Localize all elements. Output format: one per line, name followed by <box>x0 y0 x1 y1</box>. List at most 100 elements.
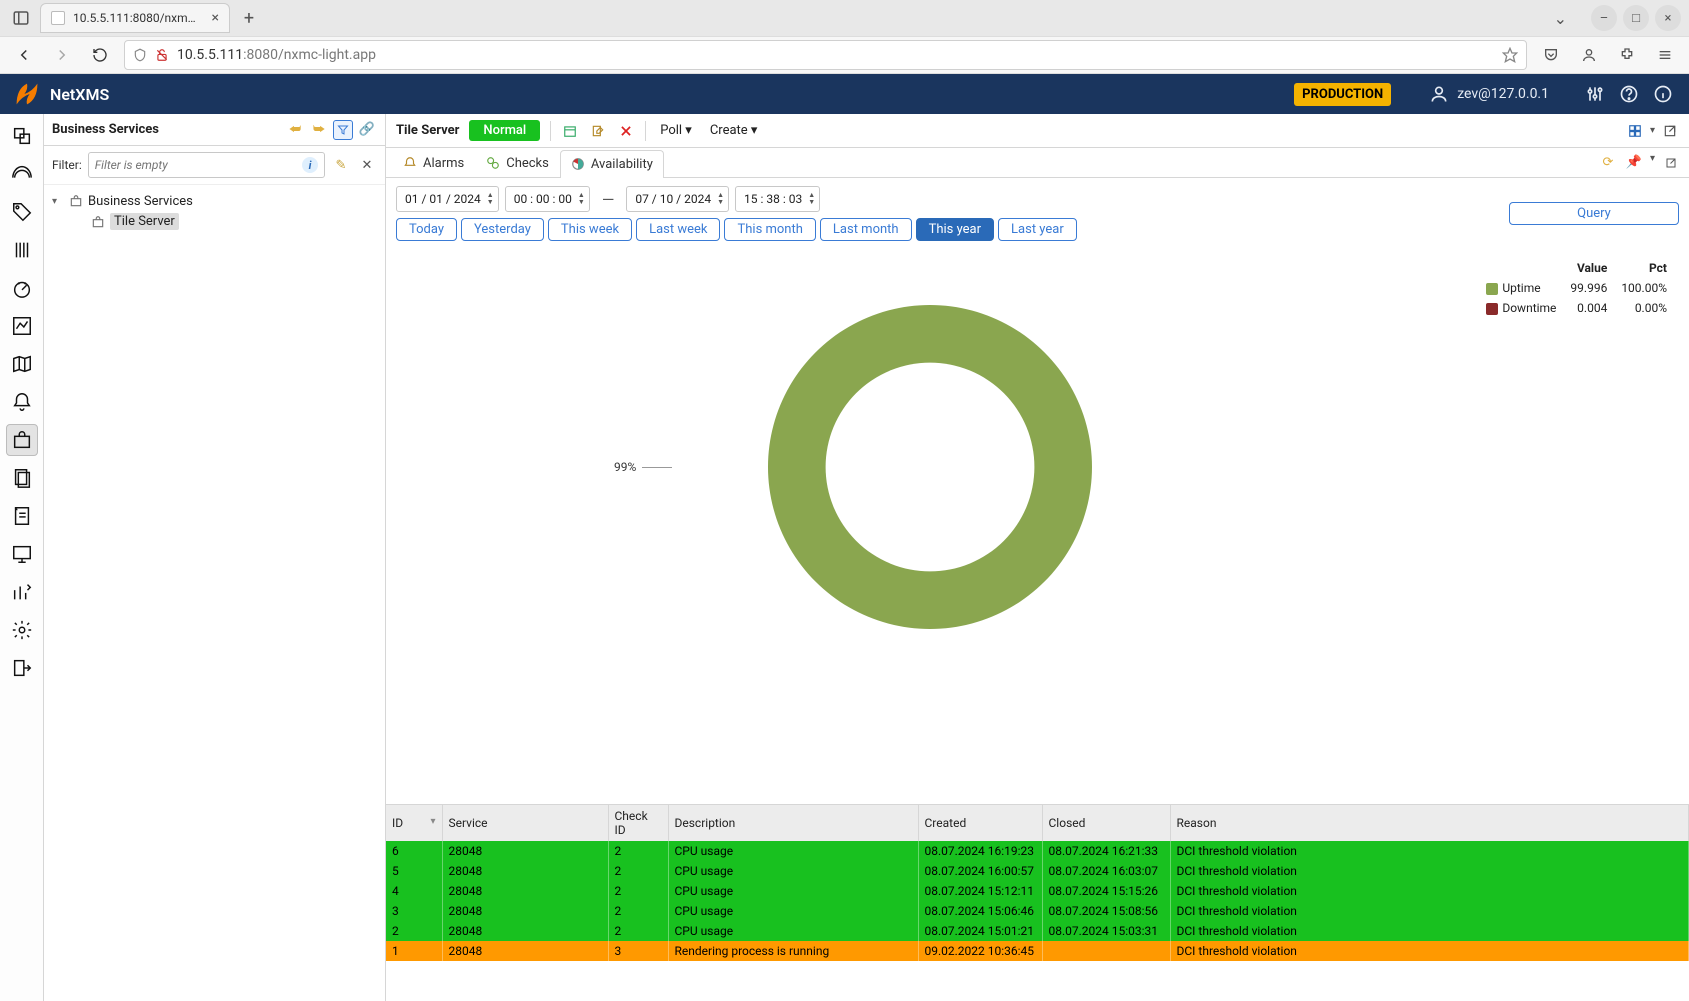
filter-toggle-icon[interactable] <box>333 120 353 140</box>
browser-sidebar-icon[interactable] <box>8 5 34 31</box>
query-button[interactable]: Query <box>1509 202 1679 225</box>
column-header[interactable]: Description <box>668 805 918 841</box>
column-header[interactable]: ID▾ <box>386 805 442 841</box>
rail-item-objects[interactable] <box>6 120 38 152</box>
netxms-logo-icon <box>14 81 40 107</box>
extensions-icon[interactable] <box>1613 41 1641 69</box>
column-header[interactable]: Reason <box>1170 805 1689 841</box>
range-btn-last-month[interactable]: Last month <box>820 218 912 241</box>
table-row[interactable]: 6280482CPU usage08.07.2024 16:19:2308.07… <box>386 841 1689 861</box>
rail-item-graphs[interactable] <box>6 310 38 342</box>
nav-reload-button[interactable] <box>86 41 114 69</box>
view-menu-caret-icon[interactable]: ▾ <box>1650 125 1655 136</box>
date-to-input[interactable]: 07 / 10 / 2024▲▼ <box>626 186 729 212</box>
tab-pin-icon[interactable]: 📌 <box>1624 153 1644 173</box>
time-from-input[interactable]: 00 : 00 : 00▲▼ <box>505 186 590 212</box>
column-header[interactable]: Created <box>918 805 1042 841</box>
delete-icon[interactable] <box>617 122 635 140</box>
bell-icon <box>403 156 417 170</box>
filter-clear-icon[interactable]: ✎ <box>331 155 351 175</box>
address-bar[interactable]: 10.5.5.111:8080/nxmc-light.app <box>124 40 1527 70</box>
legend-row: Downtime0.0040.00% <box>1480 299 1673 317</box>
tree-child-row[interactable]: Tile Server <box>48 211 381 232</box>
tab-pin-menu-icon[interactable]: ▾ <box>1650 153 1655 173</box>
rail-item-logout[interactable] <box>6 652 38 684</box>
window-close-button[interactable]: × <box>1655 5 1681 31</box>
nav-next-icon[interactable]: ⮩ <box>309 120 329 140</box>
account-icon[interactable] <box>1575 41 1603 69</box>
browser-tab[interactable]: 10.5.5.111:8080/nxmc-light.ap × <box>40 3 230 33</box>
rail-item-maps[interactable] <box>6 348 38 380</box>
rail-item-network[interactable] <box>6 158 38 190</box>
about-icon[interactable] <box>1651 82 1675 106</box>
popout-icon[interactable] <box>1661 122 1679 140</box>
rail-item-tools[interactable] <box>6 576 38 608</box>
time-to-input[interactable]: 15 : 38 : 03▲▼ <box>735 186 820 212</box>
user-menu[interactable]: zev@127.0.0.1 <box>1429 84 1549 104</box>
legend-row: Uptime99.996100.00% <box>1480 279 1673 297</box>
column-header[interactable]: Closed <box>1042 805 1170 841</box>
rail-item-templates[interactable] <box>6 234 38 266</box>
help-icon[interactable] <box>1617 82 1641 106</box>
url-text: 10.5.5.111:8080/nxmc-light.app <box>177 47 1494 63</box>
tree-expand-icon[interactable]: ▾ <box>52 196 64 207</box>
range-btn-this-year[interactable]: This year <box>916 218 994 241</box>
nav-prev-icon[interactable]: ⮨ <box>285 120 305 140</box>
environment-badge: PRODUCTION <box>1294 83 1391 106</box>
calendar-icon[interactable] <box>561 122 579 140</box>
rail-item-tags[interactable] <box>6 196 38 228</box>
chart-legend: ValuePct Uptime99.996100.00%Downtime0.00… <box>1478 257 1675 319</box>
tab-refresh-icon[interactable]: ⟳ <box>1598 153 1618 173</box>
filter-input[interactable] <box>95 158 302 172</box>
table-row[interactable]: 3280482CPU usage08.07.2024 15:06:4608.07… <box>386 901 1689 921</box>
filter-info-icon[interactable]: i <box>302 157 318 173</box>
range-btn-this-month[interactable]: This month <box>724 218 815 241</box>
preferences-icon[interactable] <box>1583 82 1607 106</box>
tab-availability[interactable]: Availability <box>560 150 664 178</box>
tabs-overflow-icon[interactable]: ⌄ <box>1554 9 1567 28</box>
rail-item-reporting[interactable] <box>6 462 38 494</box>
date-from-input[interactable]: 01 / 01 / 2024▲▼ <box>396 186 499 212</box>
rail-item-logs[interactable] <box>6 500 38 532</box>
link-icon[interactable]: 🔗 <box>357 120 377 140</box>
range-btn-this-week[interactable]: This week <box>548 218 632 241</box>
pocket-icon[interactable] <box>1537 41 1565 69</box>
column-header[interactable]: Service <box>442 805 608 841</box>
range-btn-last-year[interactable]: Last year <box>998 218 1077 241</box>
poll-menu[interactable]: Poll ▾ <box>656 121 696 140</box>
range-btn-today[interactable]: Today <box>396 218 457 241</box>
tab-checks[interactable]: Checks <box>475 149 560 177</box>
table-row[interactable]: 5280482CPU usage08.07.2024 16:00:5708.07… <box>386 861 1689 881</box>
rail-item-monitor[interactable] <box>6 538 38 570</box>
window-minimize-button[interactable]: – <box>1591 5 1617 31</box>
table-row[interactable]: 2280482CPU usage08.07.2024 15:01:2108.07… <box>386 921 1689 941</box>
object-name: Tile Server <box>396 123 459 138</box>
app-menu-icon[interactable] <box>1651 41 1679 69</box>
object-tree: ▾ Business Services Tile Server <box>44 185 385 238</box>
table-row[interactable]: 1280483Rendering process is running09.02… <box>386 941 1689 961</box>
new-tab-button[interactable]: + <box>236 5 262 31</box>
rail-item-dashboards[interactable] <box>6 272 38 304</box>
column-header[interactable]: Check ID <box>608 805 668 841</box>
tab-alarms[interactable]: Alarms <box>392 149 475 177</box>
rail-item-alarms[interactable] <box>6 386 38 418</box>
window-maximize-button[interactable]: □ <box>1623 5 1649 31</box>
side-panel: Business Services ⮨ ⮩ 🔗 Filter: i ✎ ✕ ▾ … <box>44 114 386 1001</box>
nav-back-button[interactable] <box>10 41 38 69</box>
view-grid-icon[interactable] <box>1626 122 1644 140</box>
create-menu[interactable]: Create ▾ <box>706 121 762 140</box>
rail-item-config[interactable] <box>6 614 38 646</box>
table-row[interactable]: 4280482CPU usage08.07.2024 15:12:1108.07… <box>386 881 1689 901</box>
nav-forward-button[interactable] <box>48 41 76 69</box>
range-btn-yesterday[interactable]: Yesterday <box>461 218 544 241</box>
rail-item-business-services[interactable] <box>6 424 38 456</box>
bookmark-star-icon[interactable] <box>1502 47 1518 63</box>
filter-close-icon[interactable]: ✕ <box>357 155 377 175</box>
edit-icon[interactable] <box>589 122 607 140</box>
tree-root-row[interactable]: ▾ Business Services <box>48 191 381 211</box>
checks-icon <box>486 156 500 170</box>
range-btn-last-week[interactable]: Last week <box>636 218 720 241</box>
availability-donut-chart: 99% <box>400 257 1460 677</box>
tab-popout-icon[interactable] <box>1661 153 1681 173</box>
tab-close-icon[interactable]: × <box>210 10 221 26</box>
